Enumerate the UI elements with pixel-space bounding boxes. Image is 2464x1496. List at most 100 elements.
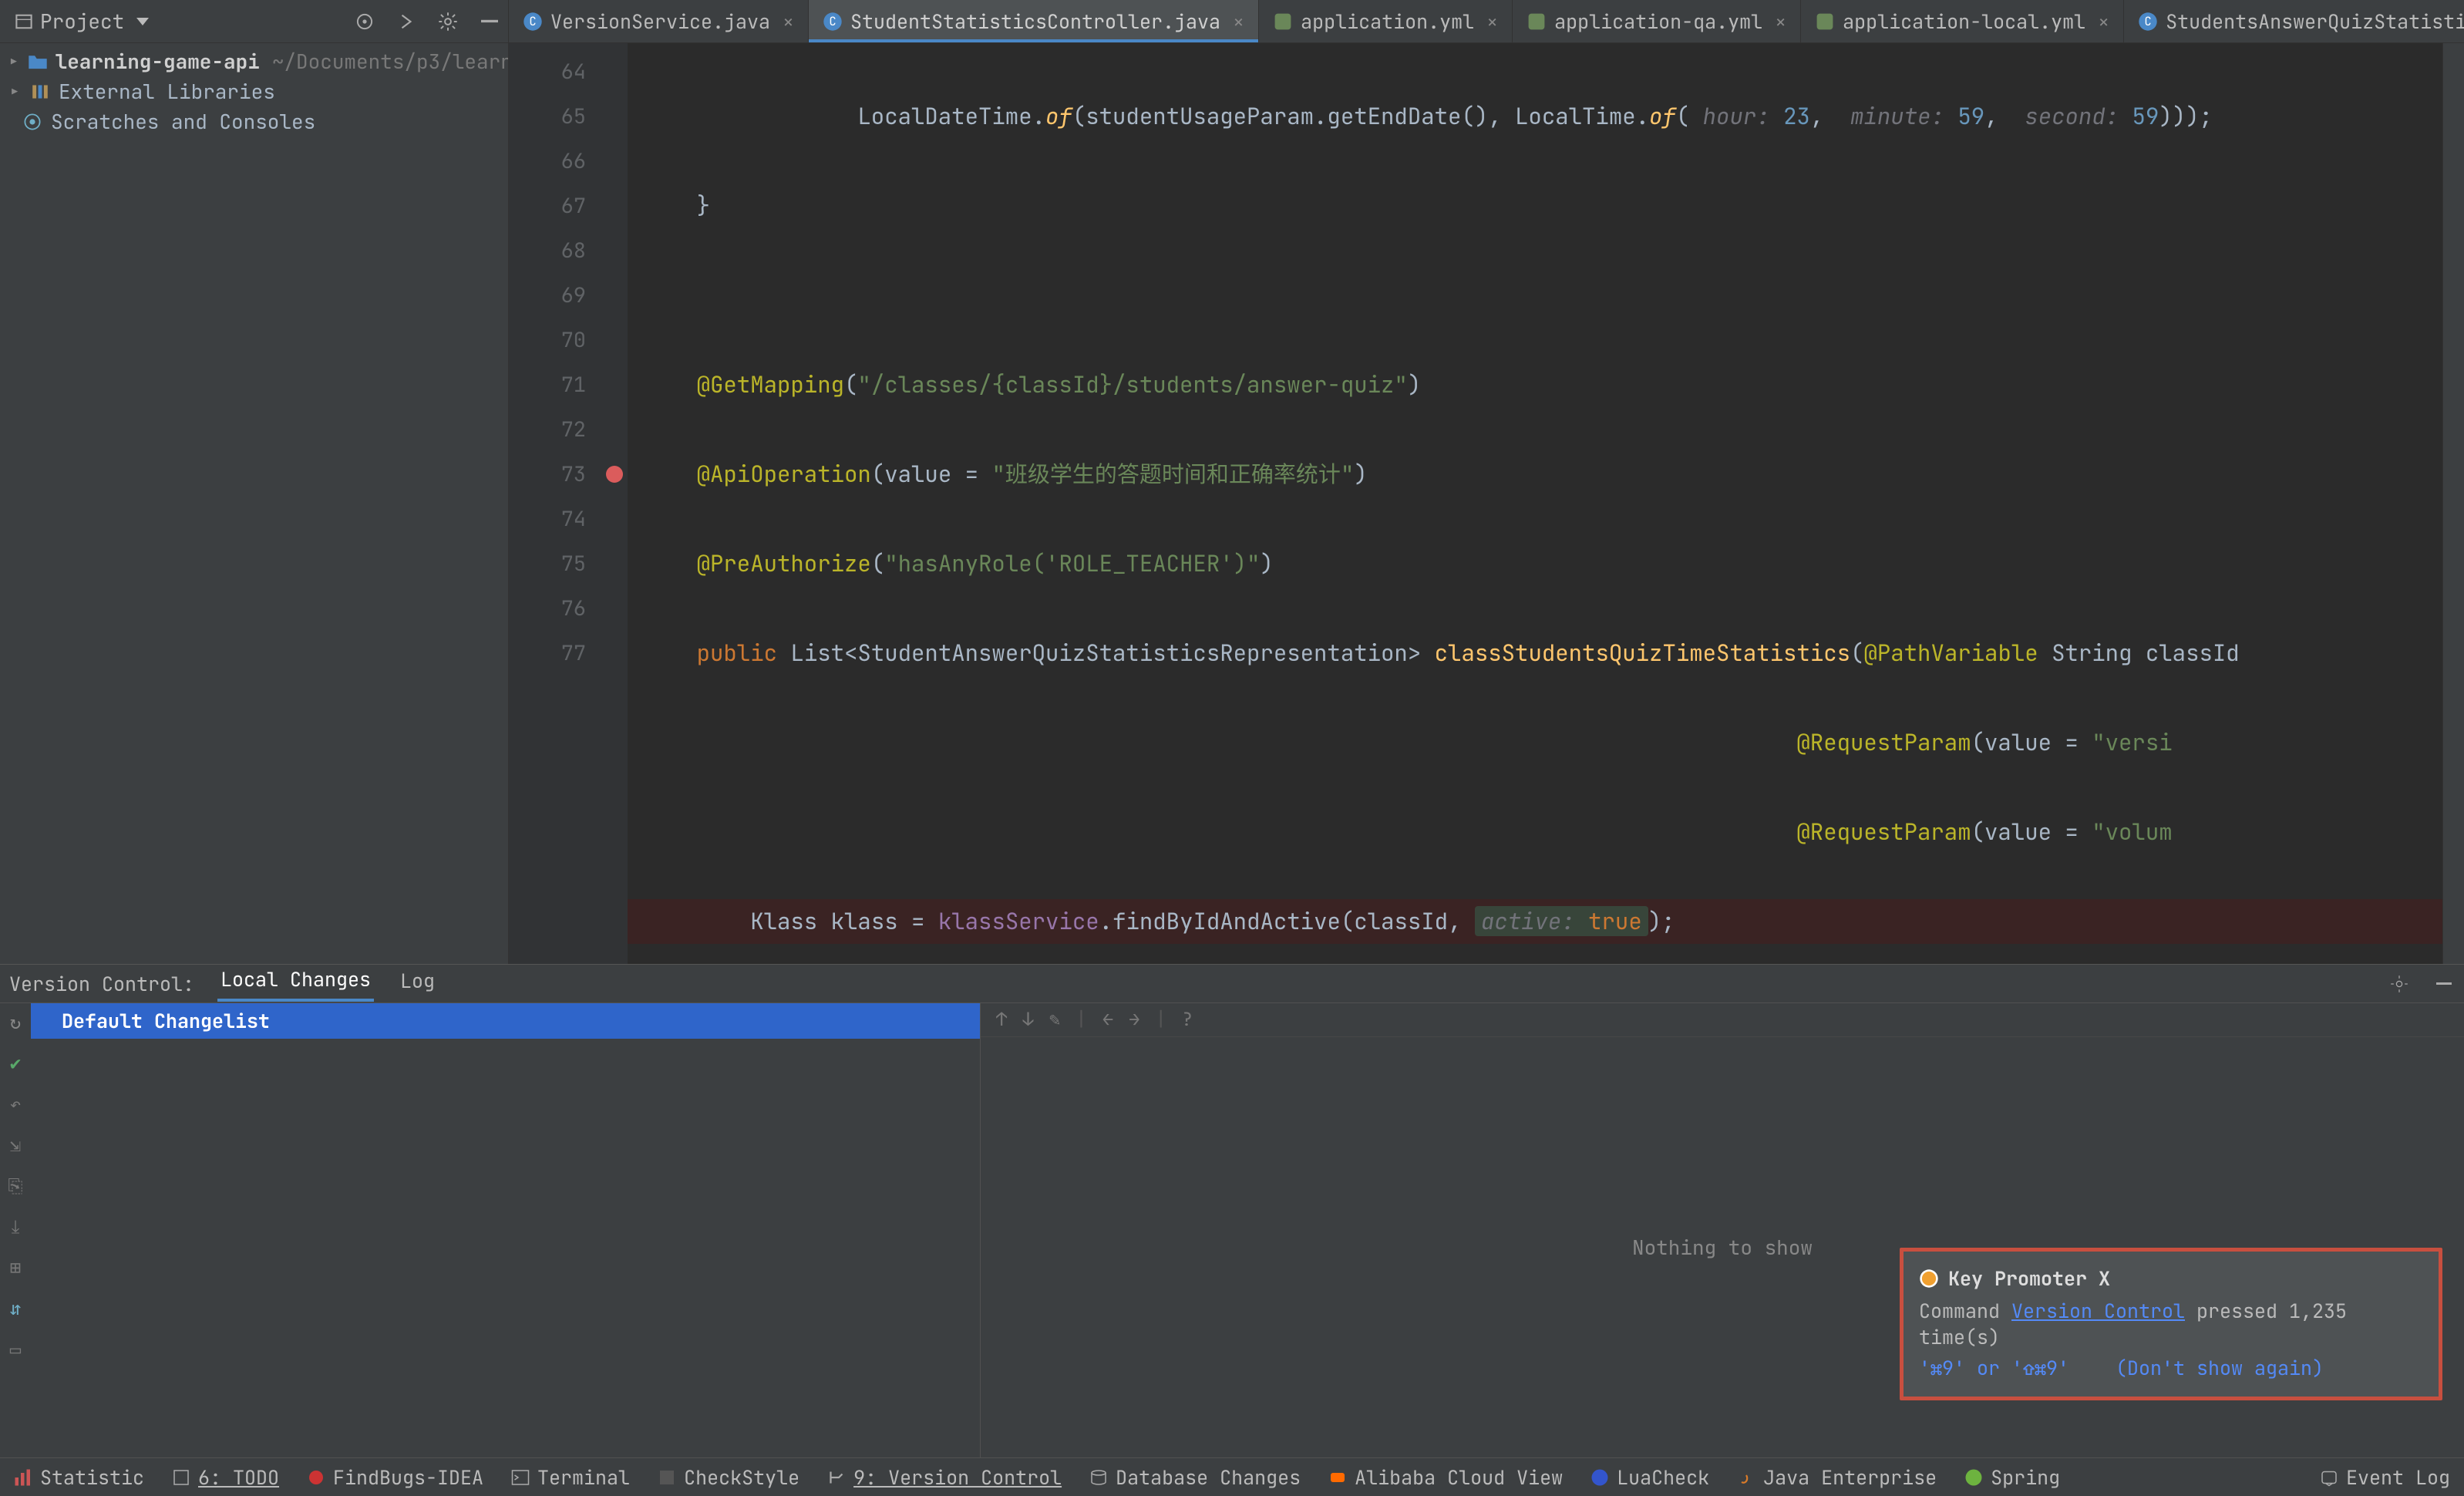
close-icon[interactable]: × xyxy=(2098,8,2109,35)
java-class-icon: C xyxy=(523,12,543,32)
tab-label: VersionService.java xyxy=(550,8,770,35)
tab-versionservice[interactable]: C VersionService.java × xyxy=(509,0,809,42)
yaml-icon xyxy=(1815,12,1835,32)
line-number: 76 xyxy=(561,586,586,631)
library-icon xyxy=(29,81,51,103)
statusbar-findbugs[interactable]: FindBugs-IDEA xyxy=(293,1464,497,1491)
panel-settings-gear-icon[interactable] xyxy=(2388,973,2410,995)
svg-text:C: C xyxy=(529,13,536,29)
vc-toolbar: ↻ ✔ ↶ ⇲ ⎘ ⤓ ⊞ ⇵ ▭ xyxy=(0,1003,31,1457)
project-tree: ▸ learning-game-api ~/Documents/p3/learn… xyxy=(0,43,509,964)
line-number: 73 xyxy=(561,452,586,497)
statusbar-luacheck[interactable]: LuaCheck xyxy=(1577,1464,1723,1491)
statusbar-java-enterprise[interactable]: Java Enterprise xyxy=(1723,1464,1951,1491)
next-diff-button[interactable]: ↓ xyxy=(1022,1008,1033,1032)
group-button[interactable]: ⊞ xyxy=(10,1256,21,1280)
line-number: 71 xyxy=(561,362,586,407)
breakpoint-marker[interactable] xyxy=(606,466,623,483)
commit-button[interactable]: ✔ xyxy=(10,1052,21,1076)
statusbar-checkstyle[interactable]: CheckStyle xyxy=(644,1464,813,1491)
close-icon[interactable]: × xyxy=(1775,8,1786,35)
edit-icon[interactable]: ✎ xyxy=(1049,1008,1060,1032)
tree-item-label: External Libraries xyxy=(59,78,275,105)
line-number: 70 xyxy=(561,318,586,362)
line-number: 66 xyxy=(561,139,586,184)
tab-application-qa-yml[interactable]: application-qa.yml × xyxy=(1513,0,1801,42)
changelist-button[interactable]: ⎘ xyxy=(8,1174,22,1198)
chevron-right-icon: ▸ xyxy=(8,78,22,105)
tab-application-yml[interactable]: application.yml× xyxy=(1259,0,1513,42)
project-pane-label: Project xyxy=(40,8,124,35)
tab-label: StudentStatisticsController.java xyxy=(850,8,1220,35)
line-number: 74 xyxy=(561,497,586,541)
revert-button[interactable]: ↶ xyxy=(10,1093,21,1117)
vc-tab-local-changes[interactable]: Local Changes xyxy=(217,966,374,1002)
hide-panel-button[interactable] xyxy=(2433,973,2455,995)
notification-popup: Key Promoter X Command Version Control p… xyxy=(1900,1248,2442,1400)
select-opened-file-button[interactable] xyxy=(354,11,375,32)
vc-title: Version Control: xyxy=(9,971,194,997)
statusbar-spring[interactable]: Spring xyxy=(1951,1464,2074,1491)
notification-title: Key Promoter X xyxy=(1948,1265,2110,1292)
tree-external-libraries[interactable]: ▸ External Libraries xyxy=(0,76,508,106)
code-area[interactable]: LocalDateTime.of(studentUsageParam.getEn… xyxy=(628,43,2442,964)
vc-tab-log[interactable]: Log xyxy=(397,968,438,1000)
shelve-button[interactable]: ⤓ xyxy=(12,1215,20,1239)
vc-header: Version Control: Local Changes Log xyxy=(0,965,2464,1003)
close-icon[interactable]: × xyxy=(1233,8,1244,35)
scratch-icon xyxy=(22,111,43,133)
statusbar-version-control[interactable]: 9: Version Control xyxy=(813,1464,1075,1491)
changelist-tree[interactable]: Default Changelist xyxy=(31,1003,981,1457)
tab-studentstatisticscontroller[interactable]: C StudentStatisticsController.java × xyxy=(809,0,1259,42)
collapse-button[interactable]: ▭ xyxy=(10,1338,21,1362)
close-icon[interactable]: × xyxy=(1486,8,1498,35)
tree-item-label: Scratches and Consoles xyxy=(51,108,315,135)
tab-label: application-local.yml xyxy=(1843,8,2085,35)
tab-studentsanswerquizexecutor[interactable]: C StudentsAnswerQuizStatisticsExecutor.j… xyxy=(2124,0,2464,42)
default-changelist[interactable]: Default Changelist xyxy=(31,1003,980,1039)
notification-command-link[interactable]: Version Control xyxy=(2011,1298,2185,1324)
statusbar-database-changes[interactable]: Database Changes xyxy=(1075,1464,1314,1491)
yaml-icon xyxy=(1527,12,1547,32)
breakpoint-gutter[interactable] xyxy=(601,43,628,964)
editor-tabs: C VersionService.java × C StudentStatisti… xyxy=(509,0,2464,42)
diff-button[interactable]: ⇲ xyxy=(10,1134,21,1157)
statusbar-statistic[interactable]: Statistic xyxy=(0,1464,158,1491)
tab-label: application-qa.yml xyxy=(1554,8,1762,35)
statusbar-event-log[interactable]: Event Log xyxy=(2306,1464,2464,1491)
next-file-button[interactable]: → xyxy=(1129,1008,1139,1032)
java-class-icon: C xyxy=(823,12,843,32)
line-number: 77 xyxy=(561,631,586,676)
expand-button[interactable]: ⇵ xyxy=(10,1297,21,1321)
line-number: 68 xyxy=(561,228,586,273)
chevron-right-icon: ▸ xyxy=(8,48,20,75)
tree-item-hint: ~/Documents/p3/learning xyxy=(272,48,509,75)
error-stripe[interactable] xyxy=(2442,43,2464,964)
settings-gear-icon[interactable] xyxy=(437,11,459,32)
statusbar-alibaba-cloud[interactable]: Alibaba Cloud View xyxy=(1314,1464,1577,1491)
help-button[interactable]: ? xyxy=(1182,1008,1193,1032)
project-toolbar: Project xyxy=(0,0,509,42)
line-number: 75 xyxy=(561,541,586,586)
project-pane-button[interactable]: Project xyxy=(15,8,149,35)
folder-icon xyxy=(28,51,48,72)
hide-button[interactable] xyxy=(479,11,500,32)
tab-application-local-yml[interactable]: application-local.yml × xyxy=(1801,0,2124,42)
tree-root[interactable]: ▸ learning-game-api ~/Documents/p3/learn… xyxy=(0,46,508,76)
status-bar: Statistic 6: TODO FindBugs-IDEA Terminal… xyxy=(0,1457,2464,1496)
statusbar-terminal[interactable]: Terminal xyxy=(497,1464,644,1491)
prev-diff-button[interactable]: ↑ xyxy=(996,1008,1007,1032)
line-number: 72 xyxy=(561,407,586,452)
prev-file-button[interactable]: ← xyxy=(1102,1008,1113,1032)
statusbar-todo[interactable]: 6: TODO xyxy=(158,1464,293,1491)
notification-body: Command Version Control pressed 1,235 ti… xyxy=(1919,1298,2423,1350)
top-bar: Project C VersionService.java × C Student… xyxy=(0,0,2464,43)
expand-all-button[interactable] xyxy=(396,11,417,32)
tree-scratches[interactable]: Scratches and Consoles xyxy=(0,106,508,136)
tab-label: StudentsAnswerQuizStatisticsExecutor.jav… xyxy=(2166,8,2464,35)
refresh-button[interactable]: ↻ xyxy=(10,1011,21,1035)
close-icon[interactable]: × xyxy=(783,8,794,35)
dont-show-again-link[interactable]: (Don't show again) xyxy=(2116,1355,2324,1381)
chevron-down-icon xyxy=(136,18,149,25)
yaml-icon xyxy=(1273,12,1293,32)
